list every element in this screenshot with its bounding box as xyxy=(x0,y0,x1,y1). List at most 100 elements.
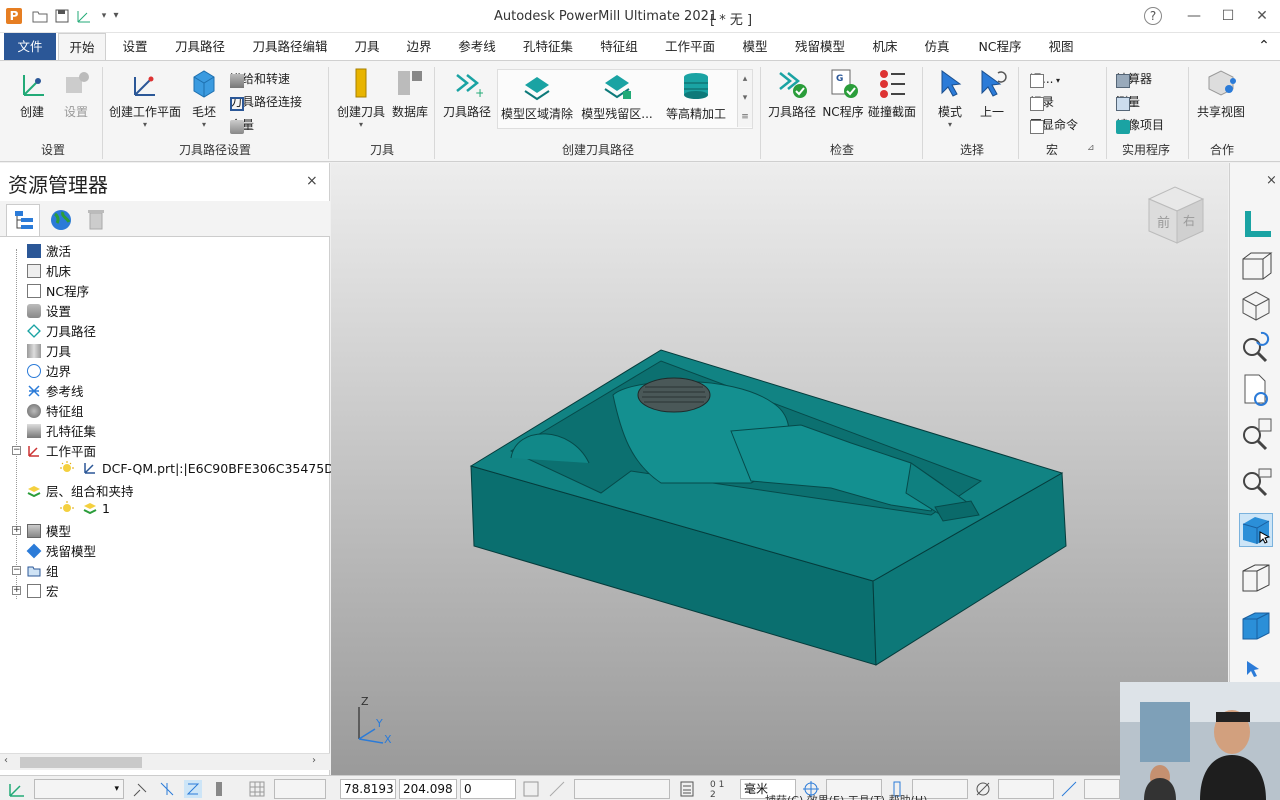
tree-item-feature-groups[interactable]: 特征组 xyxy=(27,401,84,421)
tree-item-patterns[interactable]: 参考线 xyxy=(27,381,84,401)
tree-item-machine[interactable]: 机床 xyxy=(27,261,71,281)
zoom-rotate-button[interactable] xyxy=(1239,329,1273,363)
measure-button[interactable]: 测量 xyxy=(1116,93,1140,111)
setup-button[interactable]: 设置 xyxy=(56,67,96,120)
iso-wire-view-button[interactable] xyxy=(1239,249,1273,283)
powermill-logo-icon[interactable]: P xyxy=(6,8,22,24)
run-macro-button[interactable]: 运... ▾ xyxy=(1030,70,1060,88)
scroll-right-icon[interactable]: › xyxy=(312,755,316,766)
tree-item-activate[interactable]: 激活 xyxy=(27,241,71,261)
model-rest-button[interactable]: 模型残留区... xyxy=(578,71,656,122)
refresh-view-button[interactable] xyxy=(1239,373,1273,407)
recycle-bin-tab[interactable] xyxy=(80,204,114,236)
grid-field[interactable] xyxy=(274,779,326,799)
dialog-launcher-icon[interactable]: ⊿ xyxy=(1087,143,1095,153)
constant-z-finishing-button[interactable]: 等高精加工 xyxy=(658,71,734,122)
share-view-button[interactable]: 共享视图 xyxy=(1194,67,1248,120)
collapse-ribbon-icon[interactable]: ⌃ xyxy=(1254,33,1274,60)
tree-item-macros[interactable]: 宏 xyxy=(27,581,59,601)
create-workplane-button[interactable]: 创建工作平面 ▾ xyxy=(106,67,184,129)
zoom-fit-button[interactable] xyxy=(1239,417,1273,451)
help-button[interactable]: ? xyxy=(1144,7,1162,25)
tab-start[interactable]: 开始 xyxy=(58,33,106,61)
snap-icon[interactable] xyxy=(132,780,150,798)
tab-feature-group[interactable]: 特征组 xyxy=(596,33,642,60)
open-icon[interactable] xyxy=(32,8,48,24)
tree-item-layers[interactable]: 层、组合和夹持 xyxy=(27,481,134,501)
tree-item-workplane-dcf[interactable]: DCF-QM.prt|:|E6C90BFE306C35475DCD xyxy=(60,461,352,481)
tree-item-setup[interactable]: 设置 xyxy=(27,301,71,321)
maximize-button[interactable]: ☐ xyxy=(1218,6,1238,26)
database-button[interactable]: 数据库 xyxy=(390,67,430,120)
gallery-scroll-up-icon[interactable]: ▴ xyxy=(737,70,752,89)
close-button[interactable]: ✕ xyxy=(1252,6,1272,26)
graphics-viewport[interactable]: 前 右 Z Y X xyxy=(331,163,1228,775)
leads-links-button[interactable]: 进给和转速 xyxy=(230,70,290,88)
tab-tool[interactable]: 刀具 xyxy=(350,33,384,60)
explorer-web-tab[interactable] xyxy=(44,204,78,236)
explorer-close-button[interactable]: × xyxy=(306,173,318,189)
view-toolbar-close-button[interactable]: × xyxy=(1266,173,1277,188)
workplane-status-icon[interactable] xyxy=(8,780,26,798)
create-button[interactable]: 创建 xyxy=(12,67,52,120)
stepover-field[interactable] xyxy=(1084,779,1120,799)
tree-item-groups[interactable]: 组 xyxy=(27,561,59,581)
view-cube[interactable]: 前 右 xyxy=(1145,185,1207,250)
diameter-field[interactable] xyxy=(998,779,1054,799)
collapse-layers-icon[interactable]: − xyxy=(12,566,21,575)
calculator-button[interactable]: 计算器 xyxy=(1116,70,1152,88)
tree-item-tools[interactable]: 刀具 xyxy=(27,341,71,361)
tree-item-layer-1[interactable]: 1 xyxy=(60,501,110,521)
iso-shaded-view-button[interactable] xyxy=(1239,289,1273,323)
customize-toolbar-icon[interactable]: ▾ xyxy=(108,8,124,24)
model-3d-view[interactable] xyxy=(331,163,1228,775)
scroll-left-icon[interactable]: ‹ xyxy=(4,755,8,766)
wireframe-view-button[interactable] xyxy=(1239,561,1273,595)
record-macro-button[interactable]: 记录 xyxy=(1030,93,1054,111)
diameter-icon[interactable] xyxy=(974,780,992,798)
tab-stock-model[interactable]: 残留模型 xyxy=(790,33,850,60)
coord-y-field[interactable]: 204.098 xyxy=(399,779,457,799)
mirror-button[interactable]: 镜像项目 xyxy=(1116,116,1164,134)
decimal-icon[interactable]: 0 1 2 xyxy=(710,780,728,800)
check-toolpath-button[interactable]: 刀具路径 xyxy=(764,67,820,120)
cursor-snap-icon[interactable] xyxy=(158,780,176,798)
create-tool-button[interactable]: 创建刀具 ▾ xyxy=(334,67,388,129)
grid-icon[interactable] xyxy=(248,780,266,798)
tree-item-workplanes[interactable]: 工作平面 xyxy=(27,441,96,461)
tab-view[interactable]: 视图 xyxy=(1044,33,1078,60)
save-icon[interactable] xyxy=(54,8,70,24)
explorer-horizontal-scrollbar[interactable]: ‹ › xyxy=(0,753,330,770)
workplane-select[interactable]: ▾ xyxy=(34,779,124,799)
gallery-expand-icon[interactable]: ≡ xyxy=(737,108,752,127)
check-nc-button[interactable]: G NC程序 xyxy=(820,67,866,120)
minimize-button[interactable]: — xyxy=(1184,6,1204,26)
tool-status-icon[interactable] xyxy=(210,780,228,798)
model-area-clearance-button[interactable]: 模型区域清除 xyxy=(498,71,576,122)
tree-item-models[interactable]: 模型 xyxy=(27,521,71,541)
echo-commands-button[interactable]: 回显命令 xyxy=(1030,116,1078,134)
tab-pattern[interactable]: 参考线 xyxy=(454,33,500,60)
measure-status-icon[interactable] xyxy=(548,780,566,798)
workplane-quick-icon[interactable] xyxy=(76,8,92,24)
toolpath-connect-button[interactable]: 刀具路径连接 xyxy=(230,93,302,111)
tab-setup[interactable]: 设置 xyxy=(118,33,152,60)
tab-model[interactable]: 模型 xyxy=(738,33,772,60)
select-mode-button[interactable]: 模式 ▾ xyxy=(930,67,970,129)
tab-boundary[interactable]: 边界 xyxy=(402,33,436,60)
collapse-workplanes-icon[interactable]: − xyxy=(12,446,21,455)
tree-item-nc-program[interactable]: NC程序 xyxy=(27,281,89,301)
stepover-icon[interactable] xyxy=(1060,780,1078,798)
tab-hole-feature[interactable]: 孔特征集 xyxy=(518,33,578,60)
collision-section-button[interactable]: 碰撞截面 xyxy=(866,67,918,120)
tab-simulation[interactable]: 仿真 xyxy=(920,33,954,60)
tab-workplane[interactable]: 工作平面 xyxy=(660,33,720,60)
coord-z-field[interactable]: 0 xyxy=(460,779,516,799)
expand-macros-icon[interactable]: + xyxy=(12,586,21,595)
previous-selection-button[interactable]: 上一 xyxy=(972,67,1012,120)
scrollbar-thumb[interactable] xyxy=(20,757,142,768)
tab-toolpath-edit[interactable]: 刀具路径编辑 xyxy=(248,33,332,60)
tab-toolpaths[interactable]: 刀具路径 xyxy=(170,33,230,60)
tab-machine[interactable]: 机床 xyxy=(868,33,902,60)
z-snap-icon[interactable] xyxy=(184,780,202,798)
